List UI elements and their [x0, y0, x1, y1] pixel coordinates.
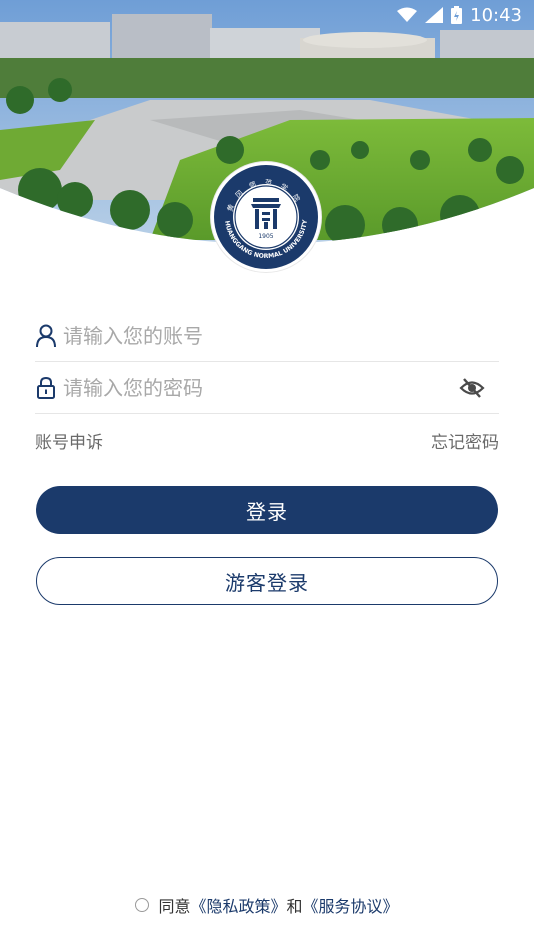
battery-icon	[451, 6, 463, 24]
login-button[interactable]: 登录	[36, 486, 498, 534]
lock-icon	[35, 375, 57, 401]
user-icon	[35, 323, 57, 349]
university-logo: 黄 冈 师 范 学 院 HUANGGANG NORMAL UNIVERSITY …	[211, 162, 321, 272]
status-time: 10:43	[470, 4, 522, 26]
wifi-icon	[397, 7, 418, 23]
eye-off-icon[interactable]	[459, 376, 485, 400]
status-bar: 10:43	[0, 0, 534, 30]
guest-login-button[interactable]: 游客登录	[36, 557, 498, 605]
privacy-policy-link[interactable]: 《隐私政策》	[190, 893, 286, 917]
password-field	[35, 362, 499, 414]
service-agreement-link[interactable]: 《服务协议》	[303, 893, 399, 917]
login-form: 账号申诉 忘记密码	[35, 310, 499, 453]
account-input[interactable]	[63, 315, 499, 356]
agree-text: 同意	[158, 897, 191, 916]
agreement-row: 同意 《隐私政策》 和 《服务协议》	[0, 893, 534, 917]
signal-icon	[425, 7, 444, 23]
agree-radio[interactable]	[135, 898, 150, 912]
password-input[interactable]	[63, 367, 499, 408]
svg-text:1905: 1905	[258, 233, 273, 240]
and-text: 和	[286, 897, 303, 916]
forgot-password-link[interactable]: 忘记密码	[431, 428, 499, 453]
account-appeal-link[interactable]: 账号申诉	[35, 428, 103, 453]
account-field	[35, 310, 499, 362]
